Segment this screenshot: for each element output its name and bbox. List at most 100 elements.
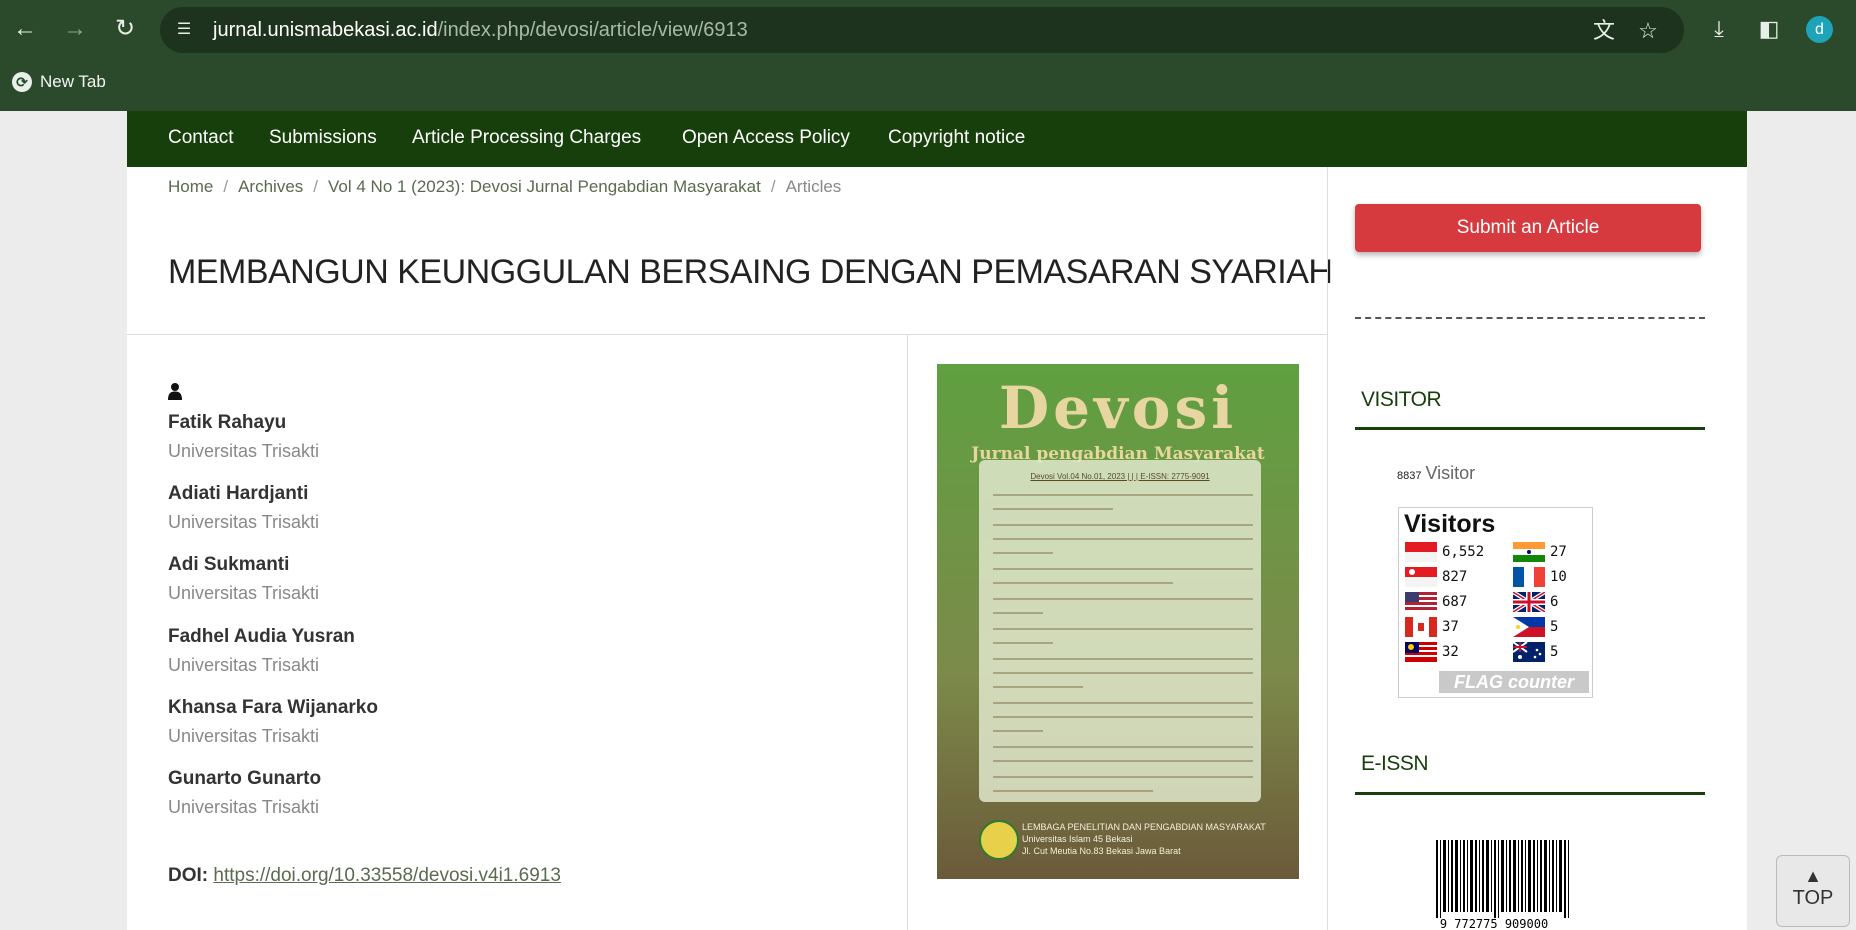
- author-item: Khansa Fara Wijanarko Universitas Trisak…: [168, 697, 378, 747]
- flag-row: 827: [1405, 567, 1467, 587]
- flag-row: 10: [1513, 567, 1567, 587]
- nav-article-processing-charges[interactable]: Article Processing Charges: [412, 127, 641, 149]
- author-affiliation: Universitas Trisakti: [168, 441, 320, 461]
- back-to-top-button[interactable]: ▲ TOP: [1776, 855, 1850, 927]
- author-item: Fatik Rahayu Universitas Trisakti: [168, 412, 319, 462]
- nav-contact[interactable]: Contact: [168, 127, 233, 149]
- eissn-heading: E-ISSN: [1361, 752, 1429, 775]
- dashed-divider: [1355, 317, 1705, 319]
- user-icon: [168, 383, 182, 400]
- breadcrumb-separator: /: [223, 177, 229, 196]
- browser-chrome: ← → ↻ ☰ jurnal.unismabekasi.ac.id/index.…: [0, 0, 1856, 111]
- bookmark-new-tab[interactable]: ⟳ New Tab: [12, 70, 106, 94]
- flag-count: 32: [1442, 644, 1459, 660]
- barcode-number: 9 772775 909000: [1440, 917, 1548, 930]
- url-path: /index.php/devosi/article/view/6913: [437, 19, 748, 41]
- flag-row: 5: [1513, 642, 1558, 662]
- university-seal-icon: [979, 820, 1019, 860]
- flag-us-icon: [1405, 592, 1437, 612]
- cover-text-line: [993, 702, 1253, 704]
- column-divider: [907, 335, 908, 930]
- url-text[interactable]: jurnal.unismabekasi.ac.id/index.php/devo…: [213, 19, 748, 41]
- doi: DOI: https://doi.org/10.33558/devosi.v4i…: [168, 865, 561, 887]
- cover-text-line: [993, 746, 1253, 748]
- page-container: Contact Submissions Article Processing C…: [127, 111, 1747, 930]
- flag-count: 10: [1550, 569, 1567, 585]
- breadcrumb-home[interactable]: Home: [168, 177, 213, 196]
- author-affiliation: Universitas Trisakti: [168, 797, 320, 817]
- cover-text-line: [993, 760, 1253, 762]
- cover-footer: LEMBAGA PENELITIAN DAN PENGABDIAN MASYAR…: [1022, 821, 1266, 857]
- cover-text-line: [993, 552, 1053, 554]
- article-title: MEMBANGUN KEUNGGULAN BERSAING DENGAN PEM…: [168, 253, 1333, 291]
- author-item: Gunarto Gunarto Universitas Trisakti: [168, 768, 321, 818]
- cover-text-line: [993, 582, 1173, 584]
- side-panel-icon[interactable]: ◧: [1755, 15, 1783, 43]
- flag-count: 6,552: [1442, 544, 1485, 560]
- cover-text-line: [993, 598, 1253, 600]
- flag-indonesia-icon: [1405, 542, 1437, 562]
- author-affiliation: Universitas Trisakti: [168, 512, 320, 532]
- cover-text-line: [993, 538, 1253, 540]
- bookmark-star-icon[interactable]: ☆: [1635, 18, 1661, 44]
- flag-row: 687: [1405, 592, 1467, 612]
- nav-copyright-notice[interactable]: Copyright notice: [888, 127, 1025, 149]
- flag-uk-icon: [1513, 592, 1545, 612]
- breadcrumb-separator: /: [770, 177, 776, 196]
- breadcrumb: Home / Archives / Vol 4 No 1 (2023): Devosi …: [168, 177, 841, 197]
- flag-count: 687: [1442, 594, 1468, 610]
- flag-malaysia-icon: [1405, 642, 1437, 662]
- flag-counter-logo: FLAG counter: [1439, 671, 1589, 693]
- profile-avatar[interactable]: d: [1806, 16, 1833, 43]
- url-host: jurnal.unismabekasi.ac.id: [213, 19, 438, 41]
- author-name: Fatik Rahayu: [168, 412, 287, 433]
- site-info-icon[interactable]: ☰: [174, 20, 194, 40]
- cover-text-line: [993, 658, 1253, 660]
- doi-link[interactable]: https://doi.org/10.33558/devosi.v4i1.691…: [213, 865, 561, 886]
- flag-counter-widget[interactable]: Visitors 6,552 827 687 37 32 27 10 6 5 5…: [1398, 507, 1593, 698]
- author-affiliation: Universitas Trisakti: [168, 583, 320, 603]
- breadcrumb-current: Articles: [785, 177, 842, 196]
- top-label: TOP: [1792, 887, 1834, 909]
- visitor-counter: 8837 Visitor: [1397, 463, 1475, 484]
- breadcrumb-archives[interactable]: Archives: [238, 177, 303, 196]
- flag-philippines-icon: [1513, 617, 1545, 637]
- cover-text-line: [993, 730, 1043, 732]
- cover-text-line: [993, 628, 1253, 630]
- bookmark-label: New Tab: [40, 72, 106, 91]
- visitor-label: Visitor: [1425, 463, 1476, 483]
- flag-counter-heading: Visitors: [1404, 510, 1496, 538]
- flag-india-icon: [1513, 542, 1545, 562]
- address-bar[interactable]: ☰ jurnal.unismabekasi.ac.id/index.php/de…: [160, 7, 1684, 53]
- back-arrow-icon[interactable]: ←: [10, 14, 40, 44]
- sidebar-divider: [1327, 167, 1328, 930]
- breadcrumb-issue[interactable]: Vol 4 No 1 (2023): Devosi Jurnal Pengabd…: [328, 177, 761, 196]
- flag-singapore-icon: [1405, 567, 1437, 587]
- author-item: Adiati Hardjanti Universitas Trisakti: [168, 483, 319, 533]
- flag-count: 5: [1550, 619, 1559, 635]
- nav-open-access-policy[interactable]: Open Access Policy: [682, 127, 850, 149]
- author-item: Adi Sukmanti Universitas Trisakti: [168, 554, 319, 604]
- submit-article-button[interactable]: Submit an Article: [1355, 204, 1701, 252]
- download-icon[interactable]: ⤓: [1705, 15, 1733, 43]
- forward-arrow-icon[interactable]: →: [60, 14, 90, 44]
- flag-row: 27: [1513, 542, 1567, 562]
- translate-icon[interactable]: 文: [1591, 18, 1617, 44]
- cover-text-line: [993, 672, 1253, 674]
- author-name: Fadhel Audia Yusran: [168, 626, 355, 647]
- flag-row: 6,552: [1405, 542, 1484, 562]
- cover-footer-line: LEMBAGA PENELITIAN DAN PENGABDIAN MASYAR…: [1022, 822, 1266, 832]
- globe-icon: ⟳: [12, 72, 32, 92]
- cover-footer-line: Universitas Islam 45 Bekasi: [1022, 834, 1133, 844]
- doi-label: DOI:: [168, 865, 209, 886]
- cover-title: Devosi: [998, 374, 1238, 442]
- flag-count: 827: [1442, 569, 1468, 585]
- journal-cover-image[interactable]: Devosi Jurnal pengabdian Masyarakat Devo…: [937, 364, 1299, 879]
- flag-count: 5: [1550, 644, 1559, 660]
- reload-icon[interactable]: ↻: [110, 14, 140, 44]
- cover-text-line: [993, 524, 1253, 526]
- visitor-heading-rule: [1355, 427, 1705, 430]
- eissn-heading-rule: [1355, 792, 1705, 795]
- flag-france-icon: [1513, 567, 1545, 587]
- nav-submissions[interactable]: Submissions: [269, 127, 377, 149]
